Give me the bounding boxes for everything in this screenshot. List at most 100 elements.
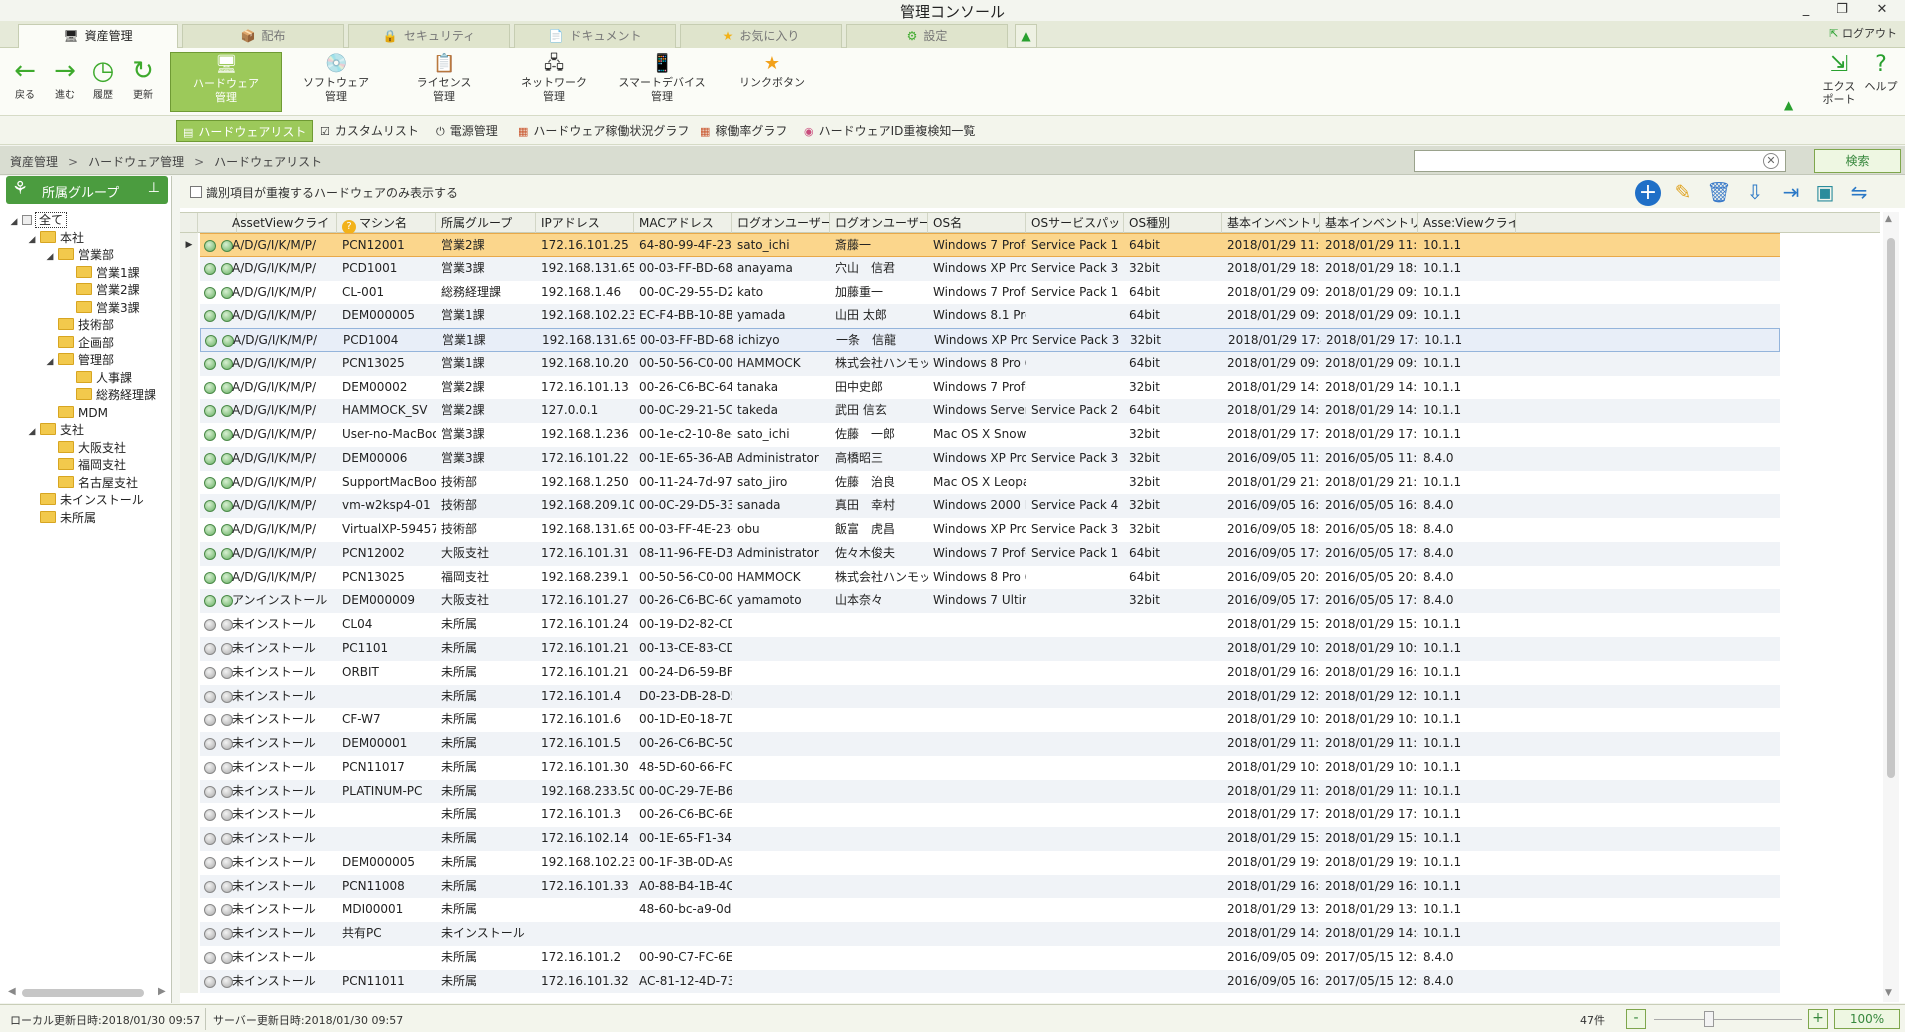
refresh-button[interactable]: ↻ 更新	[124, 56, 162, 101]
zoom-out-button[interactable]: -	[1626, 1009, 1646, 1029]
column-header[interactable]: ログオンユーザー	[830, 213, 928, 233]
table-row[interactable]: 未インストール DEM000005 未所属 192.168.102.239 00-1F-…	[180, 850, 1880, 875]
clear-icon[interactable]: ✕	[1763, 153, 1779, 169]
table-row[interactable]: A/D/G/I/K/M/P/VirtualXP-59457 技術部 192.168.…	[180, 518, 1880, 542]
column-header[interactable]: 基本インベントリ	[1222, 213, 1320, 233]
import-icon[interactable]: ⇩	[1740, 178, 1770, 208]
table-row[interactable]: 未インストール DEM00001 未所属 172.16.101.5 00-26-C6-B…	[180, 732, 1880, 756]
tab-favorites[interactable]: ★ お気に入り	[680, 24, 842, 48]
row-header[interactable]	[180, 684, 198, 709]
smart-device-management-button[interactable]: 📱 スマートデバイス 管理	[606, 52, 718, 112]
expand-toggle-icon[interactable]: ◢	[44, 352, 56, 372]
tab-settings[interactable]: ⚙ 設定	[846, 24, 1008, 48]
table-row[interactable]: A/D/G/I/K/M/P/HAMMOCK_SV 営業2課 127.0.0.1 00-…	[180, 399, 1880, 424]
table-row[interactable]: 未インストール PCN11011 未所属 172.16.101.32 AC-81-12-…	[180, 969, 1880, 994]
scroll-up-icon[interactable]: ▲	[1885, 214, 1892, 224]
row-header[interactable]	[180, 708, 198, 733]
expand-toggle-icon[interactable]: ◢	[26, 422, 38, 442]
history-button[interactable]: ◷ 履歴	[84, 56, 122, 101]
row-header[interactable]	[180, 351, 198, 376]
search-button[interactable]: 検索	[1814, 149, 1901, 173]
column-header[interactable]: OS名	[928, 213, 1026, 233]
table-row[interactable]: 未インストール MDI00001 未所属 48-60-bc-a9-0d-f8 2018/…	[180, 898, 1880, 923]
logout-button[interactable]: ⇱ ログアウト	[1829, 25, 1897, 41]
scroll-thumb[interactable]	[1887, 238, 1895, 778]
tab-asset-management[interactable]: 🖥 資産管理	[18, 24, 178, 49]
forward-button[interactable]: → 進む	[46, 56, 84, 101]
network-management-button[interactable]: 🖧 ネットワーク 管理	[498, 52, 610, 112]
table-row[interactable]: A/D/G/I/K/M/P/CL-001 総務経理課 192.168.1.46 00-…	[180, 280, 1880, 305]
table-row[interactable]: 未インストール PC1101 未所属 172.16.101.21 00-13-CE-83…	[180, 637, 1880, 661]
column-header[interactable]: OS種別	[1124, 213, 1222, 233]
help-button[interactable]: ? ヘルプ	[1860, 50, 1902, 93]
column-header[interactable]: MACアドレス	[634, 213, 732, 233]
restore-button[interactable]: ❐	[1822, 0, 1862, 20]
table-row[interactable]: A/D/G/I/K/M/P/DEM00006 営業3課 172.16.101.22 0…	[180, 446, 1880, 471]
table-row[interactable]: A/D/G/I/K/M/P/PCD1001 営業3課 192.168.131.65 0…	[180, 256, 1880, 281]
zoom-in-button[interactable]: +	[1808, 1009, 1828, 1029]
row-header[interactable]	[180, 423, 198, 447]
expand-toggle-icon[interactable]: ◢	[8, 212, 20, 232]
add-icon[interactable]: +	[1633, 178, 1663, 208]
row-header[interactable]	[180, 256, 198, 281]
link-button[interactable]: ★ リンクボタン	[716, 52, 828, 112]
collapse-icon[interactable]: ▲	[1784, 98, 1793, 112]
row-header[interactable]	[180, 565, 198, 590]
table-row[interactable]: 未インストール PCN11017 未所属 172.16.101.30 48-5D-60-…	[180, 755, 1880, 780]
row-header[interactable]: ▶	[180, 233, 198, 257]
row-header[interactable]	[180, 494, 198, 519]
scroll-right-icon[interactable]: ▶	[158, 986, 166, 997]
column-header[interactable]: IPアドレス	[536, 213, 634, 233]
table-row[interactable]: 未インストール 未所属 172.16.101.2 00-90-C7-FC-6E-1 20…	[180, 945, 1880, 970]
column-header[interactable]: ログオンユーザー	[732, 213, 830, 233]
table-row[interactable]: アンインストール DEM000009 大阪支社 172.16.101.27 00-26-…	[180, 589, 1880, 614]
tab-document[interactable]: 📄 ドキュメント	[514, 24, 676, 48]
subnav-power-management[interactable]: ⏻ 電源管理	[430, 120, 504, 142]
table-row[interactable]: 未インストール ORBIT 未所属 172.16.101.21 00-24-D6-59-…	[180, 660, 1880, 685]
column-header[interactable]: OSサービスパッ	[1026, 213, 1124, 233]
table-row[interactable]: 未インストール PCN11008 未所属 172.16.101.33 A0-88-B4-…	[180, 874, 1880, 899]
minimize-button[interactable]: _	[1786, 0, 1826, 20]
table-row[interactable]: A/D/G/I/K/M/P/DEM00002 営業2課 172.16.101.13 0…	[180, 375, 1880, 400]
row-header[interactable]	[180, 779, 198, 804]
tree-node[interactable]: 未所属	[26, 508, 96, 528]
row-header[interactable]	[180, 660, 198, 685]
subnav-hardware-status-graph[interactable]: ▦ ハードウェア稼働状況グラフ	[512, 120, 695, 142]
table-row[interactable]: 未インストール PLATINUM-PC 未所属 192.168.233.50 00-0C…	[180, 779, 1880, 804]
tab-security[interactable]: 🔒 セキュリティ	[348, 24, 510, 48]
group-icon[interactable]: ▣	[1810, 178, 1840, 208]
table-row[interactable]: 未インストール CL04 未所属 172.16.101.24 00-19-D2-82-C…	[180, 613, 1880, 637]
delete-icon[interactable]: 🗑	[1704, 178, 1734, 208]
breadcrumb-item[interactable]: ハードウェア管理	[88, 155, 184, 169]
row-header[interactable]	[180, 470, 198, 495]
zoom-slider-thumb[interactable]	[1703, 1011, 1714, 1027]
row-header[interactable]	[180, 613, 198, 637]
row-header[interactable]	[180, 898, 198, 923]
subnav-hardware-list[interactable]: ▤ ハードウェアリスト	[176, 120, 314, 142]
table-row[interactable]: A/D/G/I/K/M/P/vm-w2ksp4-01 技術部 192.168.209…	[180, 494, 1880, 519]
row-header[interactable]	[180, 755, 198, 780]
edit-icon[interactable]: ✎	[1668, 178, 1698, 208]
table-row[interactable]: ▶ A/D/G/I/K/M/P/PCN12001 営業2課 172.16.101.25…	[180, 233, 1880, 257]
row-header[interactable]	[180, 280, 198, 305]
row-header[interactable]	[180, 945, 198, 970]
row-header[interactable]	[180, 541, 198, 566]
column-header[interactable]: 基本インベントリ	[1320, 213, 1418, 233]
scroll-down-icon[interactable]: ▼	[1885, 988, 1892, 998]
back-button[interactable]: ← 戻る	[6, 56, 44, 101]
close-button[interactable]: ✕	[1862, 0, 1902, 20]
hardware-management-button[interactable]: 🖥 ハードウェア 管理	[170, 52, 282, 112]
row-header[interactable]	[180, 399, 198, 424]
move-icon[interactable]: ⇥	[1776, 178, 1806, 208]
row-header[interactable]	[180, 518, 198, 542]
transfer-icon[interactable]: ⇋	[1844, 178, 1874, 208]
zoom-level[interactable]: 100%	[1834, 1009, 1900, 1029]
table-row[interactable]: A/D/G/I/K/M/P/PCN13025 福岡支社 192.168.239.1 0…	[180, 565, 1880, 590]
scroll-thumb[interactable]	[22, 989, 144, 997]
breadcrumb-item[interactable]: 資産管理	[10, 155, 58, 169]
table-row[interactable]: 未インストール 未所属 172.16.101.3 00-26-C6-BC-6E-D 20…	[180, 803, 1880, 828]
row-header[interactable]	[180, 922, 198, 946]
export-button[interactable]: ⇲ エクス ポート	[1818, 50, 1860, 106]
zoom-slider[interactable]	[1654, 1019, 1802, 1020]
table-row[interactable]: 未インストール 未所属 172.16.101.4 D0-23-DB-28-D5-/ 20…	[180, 684, 1880, 709]
